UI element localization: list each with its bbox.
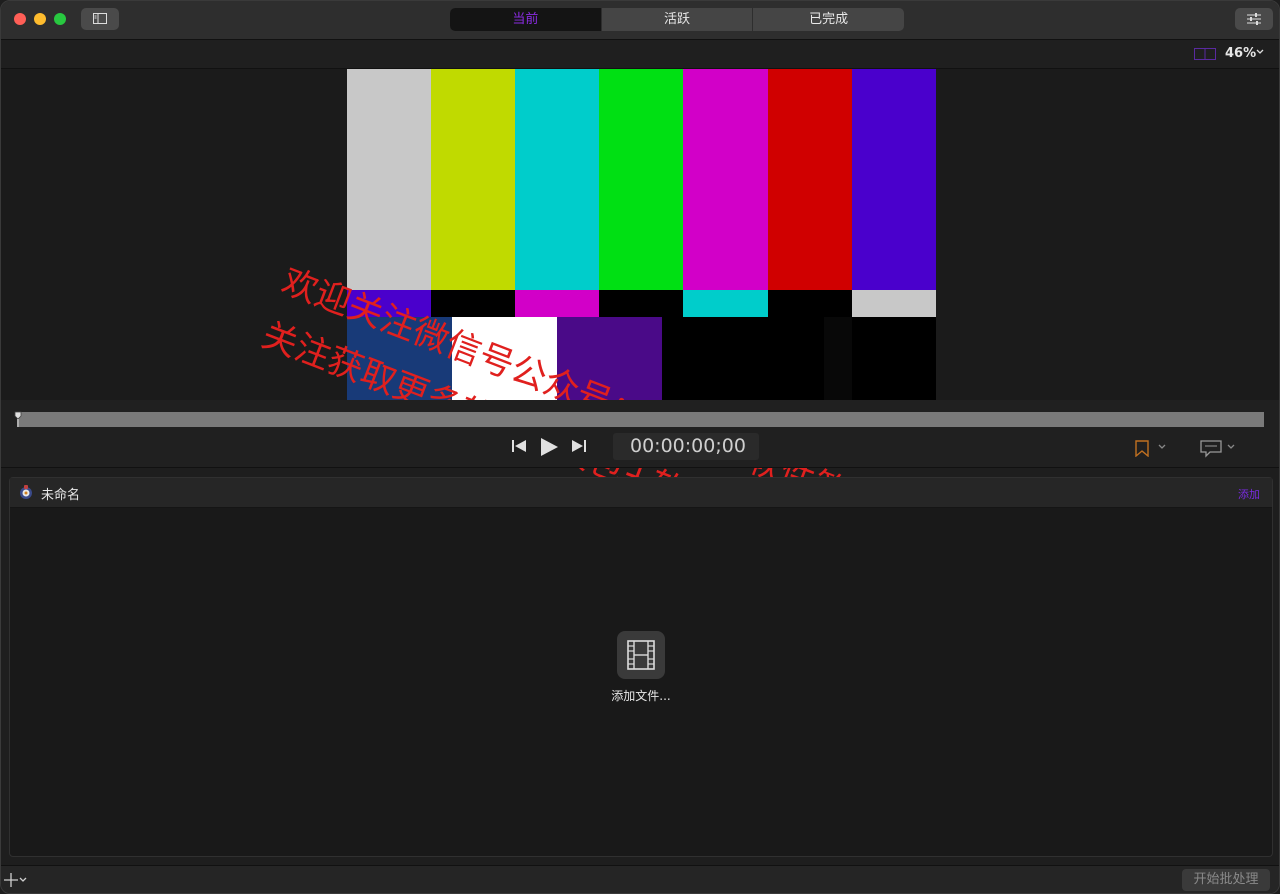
bar-green	[599, 69, 683, 290]
tab-completed[interactable]: 已完成	[752, 8, 904, 31]
batch-header: 未命名 添加	[10, 478, 1272, 508]
close-window-button[interactable]	[14, 13, 26, 25]
chevron-down-icon[interactable]	[19, 877, 27, 883]
bar-yellow	[431, 69, 515, 290]
bottom-bar: 开始批处理	[1, 865, 1279, 893]
compressor-icon	[20, 485, 32, 499]
skip-back-icon[interactable]	[511, 439, 527, 453]
batch-title[interactable]: 未命名	[41, 484, 80, 503]
block-purple	[557, 317, 662, 400]
inspector-toggle-button[interactable]	[1235, 8, 1273, 30]
view-layout-icon[interactable]	[1194, 48, 1216, 60]
block-white	[452, 317, 557, 400]
timeline-scrubber[interactable]	[17, 412, 1264, 427]
bookmark-icon[interactable]	[1134, 440, 1150, 457]
add-files-button[interactable]	[617, 631, 665, 679]
block-navy	[347, 317, 452, 400]
zoom-level[interactable]: 46%	[1225, 46, 1256, 61]
chevron-down-icon[interactable]	[1227, 444, 1235, 450]
minimize-window-button[interactable]	[34, 13, 46, 25]
timecode-display[interactable]: 00:00:00;00	[613, 433, 759, 460]
sliders-icon	[1247, 13, 1261, 25]
block-pluge	[824, 317, 852, 400]
batch-add-button[interactable]: 添加	[1238, 486, 1260, 502]
plus-icon[interactable]	[4, 873, 18, 887]
start-batch-button[interactable]: 开始批处理	[1182, 869, 1270, 891]
zoom-window-button[interactable]	[54, 13, 66, 25]
tab-active[interactable]: 活跃	[600, 8, 753, 31]
strip-blue	[347, 290, 431, 317]
titlebar: 当前 活跃 已完成	[1, 1, 1279, 40]
play-icon[interactable]	[539, 437, 559, 457]
queue-filter-tabs: 当前 活跃 已完成	[450, 8, 904, 31]
chevron-down-icon[interactable]	[1158, 444, 1166, 450]
chevron-down-icon[interactable]	[1256, 49, 1264, 55]
bar-cyan	[515, 69, 599, 290]
comment-icon[interactable]	[1200, 440, 1222, 458]
strip-cyan	[683, 290, 768, 317]
transport-area: 00:00:00;00	[1, 400, 1279, 468]
tab-current[interactable]: 当前	[450, 8, 601, 31]
add-files-label[interactable]: 添加文件...	[570, 687, 712, 704]
sidebar-icon	[93, 13, 107, 24]
batch-panel: 未命名 添加 添加文件...	[9, 477, 1273, 857]
playhead-icon[interactable]	[14, 411, 22, 427]
bar-magenta	[683, 69, 768, 290]
strip-magenta	[515, 290, 599, 317]
film-icon	[627, 640, 655, 670]
bar-gray	[347, 69, 431, 290]
bar-red	[768, 69, 852, 290]
video-viewer: 欢迎关注微信号公众号：Macku软件管家！ 关注获取更多软件安装包+软件安装教程…	[1, 69, 1279, 589]
skip-forward-icon[interactable]	[571, 439, 587, 453]
strip-gray	[852, 290, 936, 317]
bar-blue	[852, 69, 936, 290]
sidebar-toggle-button[interactable]	[81, 8, 119, 30]
color-bars-test-pattern	[347, 69, 936, 400]
viewer-toolbar: 46%	[1, 40, 1279, 69]
app-window: 当前 活跃 已完成 46% 00:00:00;00 未命名 添加 添加文件...…	[0, 0, 1280, 894]
